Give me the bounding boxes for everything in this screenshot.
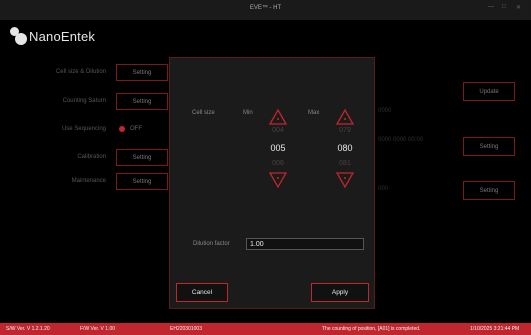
min-next-value: 006: [272, 160, 284, 167]
row-label-sequencing: Use Sequencing: [61, 126, 106, 132]
max-value: 080: [337, 143, 353, 153]
status-datetime: 1/10/2025 3:21:44 PM: [470, 326, 520, 332]
status-bar: S/W Ver. V 1.2.1.20 F/W Ver. V 1.00 EH22…: [0, 323, 531, 335]
min-decrease-icon[interactable]: [268, 171, 288, 189]
right-setting-button-1[interactable]: Setting: [463, 137, 515, 156]
min-prev-value: 004: [272, 127, 284, 134]
cell-size-label: Cell size: [192, 110, 215, 116]
cancel-button[interactable]: Cancel: [176, 283, 228, 302]
title-bar: EVE™ - HT — □ ✕: [0, 0, 531, 20]
brand-name: NanoEntek: [29, 28, 96, 44]
min-label: Min: [243, 110, 253, 116]
dilution-factor-label: Dilution factor: [193, 241, 230, 247]
row-label-calibration: Calibration: [77, 154, 106, 160]
row-label-cell-size: Cell size & Dilution: [55, 69, 106, 75]
close-icon[interactable]: ✕: [516, 4, 521, 11]
logo-mark-icon: [10, 27, 28, 45]
max-prev-value: 079: [339, 127, 351, 134]
counting-setting-button[interactable]: Setting: [116, 93, 168, 110]
faint-text-1: 0000: [378, 108, 392, 114]
max-next-value: 081: [339, 160, 351, 167]
cell-size-setting-button[interactable]: Setting: [116, 64, 168, 81]
max-label: Max: [308, 110, 320, 116]
maintenance-setting-button[interactable]: Setting: [116, 173, 168, 190]
faint-text-3: 000: [378, 186, 389, 192]
min-value: 005: [270, 143, 286, 153]
sequencing-off-label: OFF: [130, 126, 142, 132]
minimize-icon[interactable]: —: [488, 4, 494, 10]
sequencing-radio[interactable]: [119, 126, 125, 132]
max-decrease-icon[interactable]: [335, 171, 355, 189]
sw-version: S/W Ver. V 1.2.1.20: [6, 326, 50, 332]
app-logo: NanoEntek: [10, 26, 95, 46]
device-id: EH220301003: [170, 326, 202, 332]
update-button[interactable]: Update: [463, 82, 515, 101]
max-increase-icon[interactable]: [335, 108, 355, 126]
dilution-factor-input[interactable]: 1.00: [246, 238, 364, 250]
min-increase-icon[interactable]: [268, 108, 288, 126]
right-setting-button-2[interactable]: Setting: [463, 181, 515, 200]
calibration-setting-button[interactable]: Setting: [116, 149, 168, 166]
faint-text-2: 0000 0000 00:00: [378, 137, 424, 143]
row-label-counting: Counting Saturn: [62, 98, 106, 104]
apply-button[interactable]: Apply: [311, 283, 369, 302]
row-label-maintenance: Maintenance: [71, 178, 106, 184]
maximize-icon[interactable]: □: [502, 4, 506, 10]
window-title: EVE™ - HT: [249, 5, 282, 11]
status-message: The counting of position, [A01] is compl…: [322, 326, 421, 332]
fw-version: F/W Ver. V 1.00: [80, 326, 116, 332]
